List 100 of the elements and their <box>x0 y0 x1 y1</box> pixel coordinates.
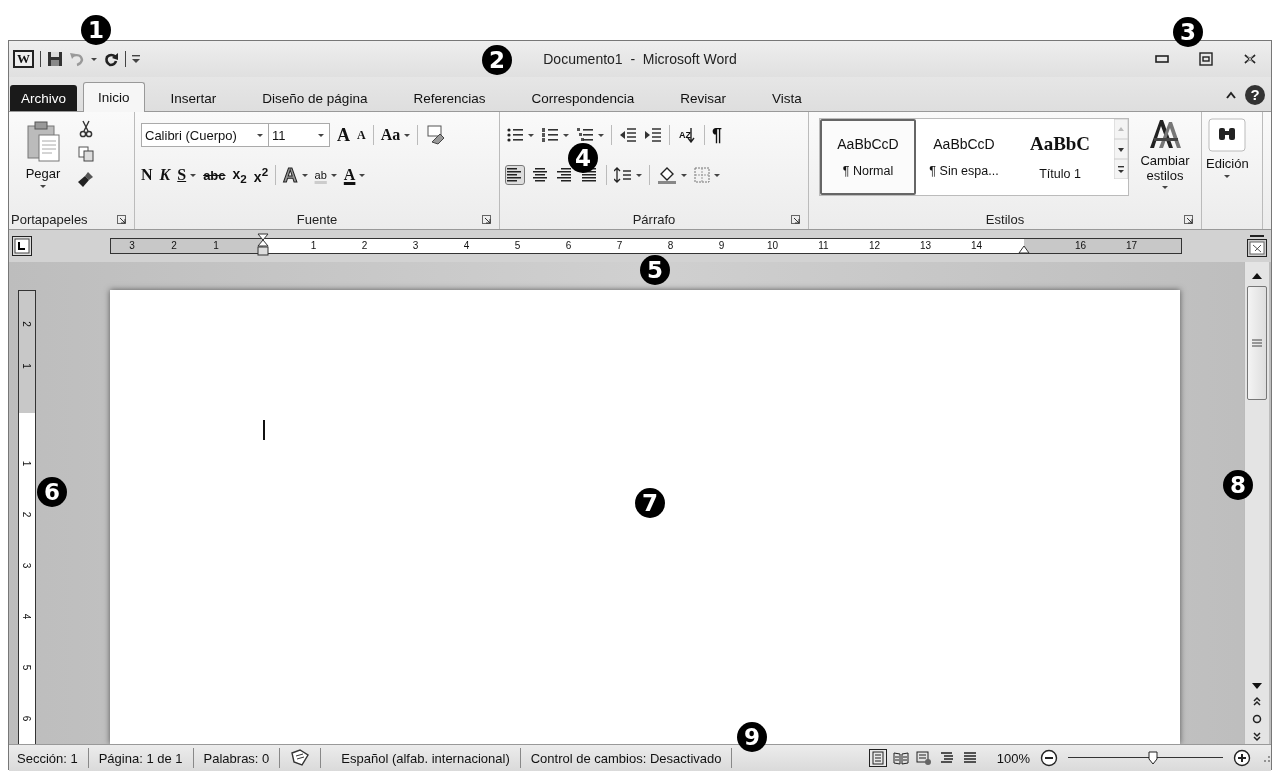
align-center-icon[interactable] <box>531 166 549 184</box>
view-ruler-icon[interactable] <box>1247 235 1267 257</box>
next-page-icon[interactable] <box>1252 732 1262 742</box>
style-option[interactable]: AaBbC Título 1 <box>1012 119 1108 195</box>
increase-indent-icon[interactable] <box>644 127 662 143</box>
font-name-field[interactable]: Calibri (Cuerpo) <box>141 123 269 147</box>
caret-icon <box>714 173 720 177</box>
style-option[interactable]: AaBbCcD ¶ Normal <box>820 119 916 195</box>
ruler-number: 1 <box>20 460 34 467</box>
ribbon-tab[interactable]: Insertar <box>150 85 237 111</box>
scroll-down-icon[interactable] <box>1251 682 1263 690</box>
change-styles-button[interactable]: Cambiar estilos <box>1135 118 1195 189</box>
ruler-number: 4 <box>20 613 34 620</box>
font-color-button[interactable]: A <box>343 166 366 184</box>
scissors-icon[interactable] <box>79 120 93 138</box>
align-justify-icon[interactable] <box>581 166 599 184</box>
customize-icon[interactable] <box>132 54 140 64</box>
zoom-out-icon[interactable] <box>1040 749 1058 767</box>
ruler-number: 3 <box>411 239 420 253</box>
group-label: Estilos <box>985 211 1025 227</box>
status-text[interactable]: Sección: 1 <box>17 750 78 766</box>
italic-button[interactable]: K <box>159 166 171 184</box>
scroll-up-icon[interactable] <box>1251 272 1263 280</box>
multilevel-list-button[interactable] <box>576 127 604 143</box>
align-left-icon[interactable] <box>506 166 524 184</box>
save-icon[interactable] <box>47 51 63 67</box>
ruler-number: 5 <box>513 239 522 253</box>
underline-button[interactable]: S <box>177 166 197 184</box>
bullets-button[interactable] <box>506 127 534 143</box>
callout-badge: 1 <box>81 15 111 45</box>
group-label: Fuente <box>296 211 338 227</box>
paintbrush-icon[interactable] <box>77 170 95 188</box>
ribbon-tab[interactable]: Vista <box>752 85 822 111</box>
shrink-font-button[interactable]: A <box>357 127 366 143</box>
grow-font-button[interactable]: A <box>337 124 350 146</box>
shading-button[interactable] <box>657 166 687 184</box>
ruler-number: 1 <box>20 363 34 369</box>
style-option[interactable]: AaBbCcD ¶ Sin espa... <box>916 119 1012 195</box>
caret-icon <box>404 133 411 137</box>
ribbon-tab[interactable]: Revisar <box>660 85 747 111</box>
paste-button[interactable]: Pegar <box>15 118 71 188</box>
zoom-level[interactable]: 100% <box>996 750 1030 766</box>
caret-icon <box>301 173 308 177</box>
web-view-icon[interactable] <box>914 749 933 767</box>
editing-button[interactable]: Edición <box>1206 118 1249 178</box>
status-text[interactable]: Control de cambios: Desactivado <box>530 750 722 766</box>
ruler-number: 11 <box>817 239 830 253</box>
highlight-button[interactable]: ab <box>314 169 337 181</box>
dialog-launcher-icon[interactable] <box>482 215 491 224</box>
browse-object-icon[interactable] <box>1252 714 1262 724</box>
status-text[interactable]: Palabras: 0 <box>203 750 270 766</box>
help-button[interactable]: ? <box>1245 85 1265 105</box>
tab-selector-icon[interactable] <box>12 236 32 256</box>
ruler-number: 13 <box>918 239 933 253</box>
subscript-button[interactable]: x$_{2}$ <box>232 165 247 185</box>
redo-icon[interactable] <box>103 51 119 67</box>
caret-icon <box>598 133 604 137</box>
ribbon-tab[interactable]: Correspondencia <box>511 85 655 111</box>
clear-format-icon[interactable] <box>425 125 446 145</box>
zoom-slider-thumb[interactable] <box>1148 751 1159 765</box>
show-marks-button[interactable]: ¶ <box>712 124 722 146</box>
status-text[interactable]: Página: 1 de 1 <box>98 750 183 766</box>
caret-icon <box>1162 186 1168 189</box>
numbering-button[interactable] <box>541 127 569 143</box>
align-right-icon[interactable] <box>556 166 574 184</box>
ruler-number: 17 <box>1124 239 1139 253</box>
bold-button[interactable]: N <box>141 166 153 184</box>
zoom-in-icon[interactable] <box>1233 749 1251 767</box>
change-case-button[interactable]: Aa <box>380 126 411 144</box>
window-title: Documento1 - Microsoft Word <box>543 51 737 67</box>
minimize-icon[interactable] <box>1155 55 1169 63</box>
decrease-indent-icon[interactable] <box>619 127 637 143</box>
ruler-number: 14 <box>969 239 984 253</box>
right-indent-marker-icon[interactable] <box>1018 245 1030 255</box>
font-size-field[interactable]: 11 <box>268 123 330 147</box>
print-view-icon[interactable] <box>868 749 887 767</box>
dialog-launcher-icon[interactable] <box>1184 215 1193 224</box>
ribbon-tab[interactable]: Referencias <box>393 85 506 111</box>
more-icon[interactable] <box>1114 159 1128 179</box>
clipboard-icon <box>26 120 60 162</box>
copy-icon[interactable] <box>78 146 94 162</box>
bullet-list-icon <box>506 127 524 143</box>
close-icon[interactable] <box>1243 53 1257 65</box>
strikethrough-button[interactable]: abc <box>203 167 226 183</box>
collapse-ribbon-icon[interactable] <box>1225 90 1237 100</box>
dialog-launcher-icon[interactable] <box>117 215 126 224</box>
reading-view-icon[interactable] <box>891 749 910 767</box>
scroll-down-icon[interactable] <box>1114 139 1128 159</box>
ribbon-tab[interactable]: Inicio <box>83 82 145 112</box>
superscript-button[interactable]: x$^{2}$ <box>253 165 269 185</box>
previous-page-icon[interactable] <box>1252 696 1262 706</box>
dialog-launcher-icon[interactable] <box>791 215 800 224</box>
restore-icon[interactable] <box>1199 52 1213 66</box>
line-spacing-button[interactable] <box>614 167 642 183</box>
status-text[interactable]: Español (alfab. internacional) <box>341 750 510 766</box>
text-cursor <box>263 420 265 440</box>
file-tab[interactable]: Archivo <box>10 85 77 111</box>
text-effects-button[interactable]: A <box>283 163 308 187</box>
scroll-thumb[interactable] <box>1247 286 1267 400</box>
ribbon-tab[interactable]: Diseño de página <box>242 85 388 111</box>
